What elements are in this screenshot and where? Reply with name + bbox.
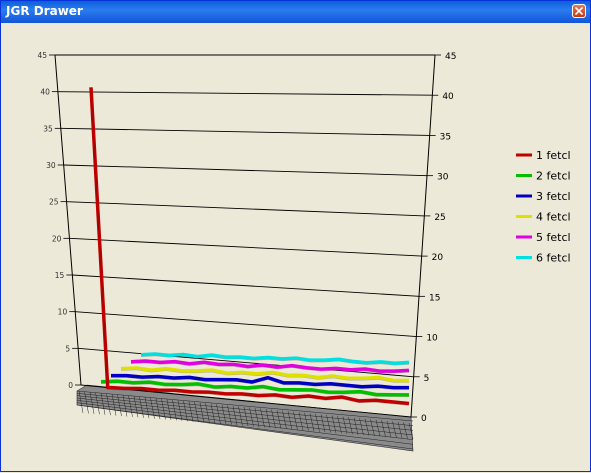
close-button[interactable] <box>572 4 586 18</box>
gridline <box>60 127 430 136</box>
chart-legend: 1 fetcl 2 fetcl 3 fetcl 4 fetcl 5 fetcl 6 fet… <box>516 149 571 265</box>
3d-line-chart: 0 0 5 5 10 10 15 15 20 20 25 25 30 30 35 35 40 40 45 45 1 f… <box>37 51 571 452</box>
left-tick-label: 35 <box>43 124 53 133</box>
right-tick-label: 40 <box>442 92 454 102</box>
chart-series <box>89 87 410 406</box>
legend-label-4: 4 fetcl <box>536 211 571 224</box>
legend-label-5: 5 fetcl <box>536 231 571 244</box>
jgr-drawer-window: JGR Drawer 0 0 5 5 10 10 15 15 20 20 25 25 30 30 35 35 4… <box>0 0 591 472</box>
series-line-1 <box>89 87 410 406</box>
gridline <box>57 91 433 96</box>
legend-label-1: 1 fetcl <box>536 149 571 162</box>
gridline <box>75 311 417 338</box>
gridline <box>72 274 420 297</box>
legend-label-2: 2 fetcl <box>536 170 571 183</box>
right-tick-label: 10 <box>426 334 438 344</box>
gridline <box>63 164 428 177</box>
title-bar[interactable]: JGR Drawer <box>1 1 590 23</box>
left-tick-label: 45 <box>37 51 47 60</box>
right-axis <box>410 54 436 418</box>
left-tick-label: 10 <box>58 308 68 317</box>
left-axis <box>54 54 82 386</box>
left-tick-label: 5 <box>65 344 70 353</box>
left-tick-label: 20 <box>52 234 62 243</box>
left-tick-label: 25 <box>49 198 59 207</box>
right-tick-label: 0 <box>421 414 427 424</box>
right-tick-label: 45 <box>445 52 456 62</box>
plot-canvas: 0 0 5 5 10 10 15 15 20 20 25 25 30 30 35 35 40 40 45 45 1 f… <box>5 25 588 469</box>
left-tick-label: 30 <box>46 161 56 170</box>
left-tick-label: 0 <box>68 381 73 390</box>
legend-label-6: 6 fetcl <box>536 252 571 265</box>
right-tick-label: 15 <box>429 293 440 303</box>
left-tick-label: 40 <box>40 88 50 97</box>
right-tick-label: 20 <box>432 253 444 263</box>
window-title: JGR Drawer <box>6 4 83 18</box>
left-tick-label: 15 <box>55 271 65 280</box>
right-tick-label: 25 <box>434 213 445 223</box>
gridline <box>69 237 422 257</box>
gridline <box>66 201 425 217</box>
right-tick-label: 35 <box>440 132 451 142</box>
right-tick-label: 30 <box>437 173 449 183</box>
right-tick-label: 5 <box>424 374 430 384</box>
legend-label-3: 3 fetcl <box>536 190 571 203</box>
close-icon <box>575 7 583 15</box>
